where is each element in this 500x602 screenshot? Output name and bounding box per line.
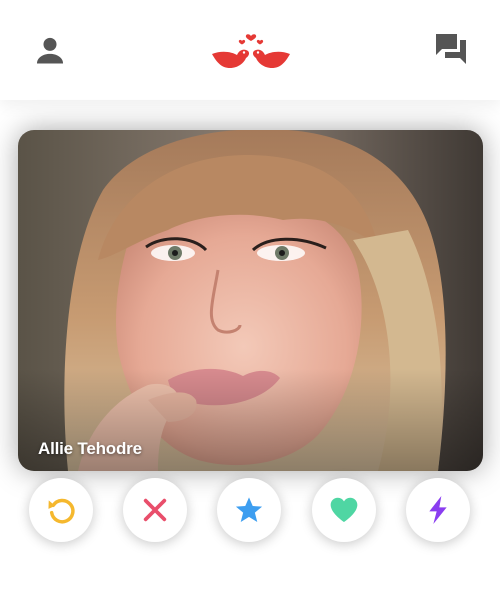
- superlike-button[interactable]: [217, 478, 281, 542]
- profile-photo: [18, 130, 483, 471]
- heart-icon: [330, 497, 358, 522]
- x-icon: [143, 498, 167, 522]
- person-icon[interactable]: [33, 33, 67, 67]
- profile-card[interactable]: Allie Tehodre: [18, 130, 483, 471]
- like-button[interactable]: [312, 478, 376, 542]
- star-icon: [235, 497, 263, 522]
- profile-name: Allie Tehodre: [38, 439, 142, 458]
- rewind-button[interactable]: [29, 478, 93, 542]
- action-bar: [0, 475, 500, 545]
- rewind-icon: [48, 498, 75, 524]
- lightning-icon: [429, 496, 447, 524]
- chat-bubbles-icon[interactable]: [433, 31, 469, 67]
- nope-button[interactable]: [123, 478, 187, 542]
- boost-button[interactable]: [406, 478, 470, 542]
- top-bar: [0, 0, 500, 100]
- love-birds-logo[interactable]: [208, 28, 294, 74]
